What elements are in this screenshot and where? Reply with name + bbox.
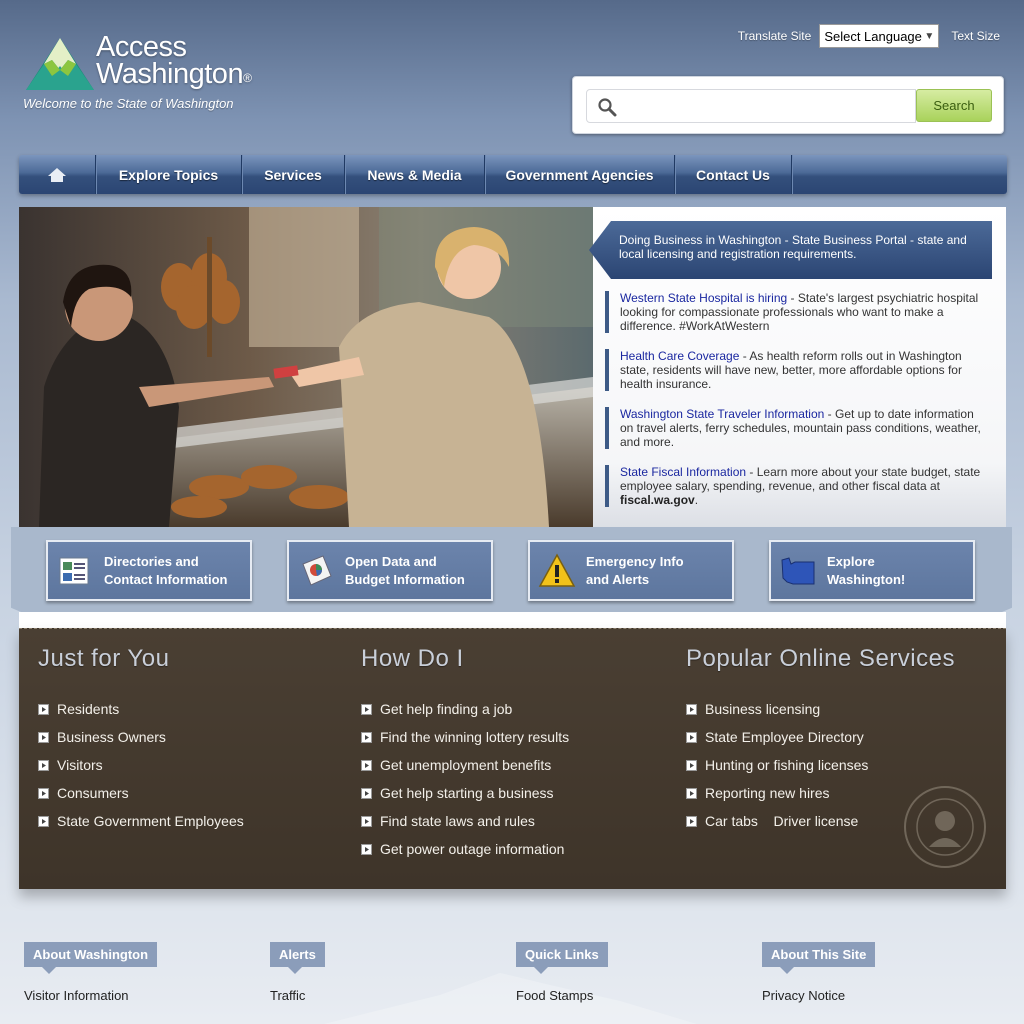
news-link[interactable]: Washington State Traveler Information — [620, 407, 824, 421]
bullet-arrow-icon — [38, 759, 49, 771]
tile-open-data[interactable]: Open Data and Budget Information — [287, 540, 493, 601]
list-item[interactable]: Visitors — [38, 751, 244, 779]
tile-directories[interactable]: Directories and Contact Information — [46, 540, 252, 601]
footer-link[interactable]: Privacy Notice — [762, 988, 875, 1003]
search-button[interactable]: Search — [916, 89, 992, 122]
mountain-silhouette — [324, 973, 697, 1024]
news-link[interactable]: Health Care Coverage — [620, 349, 739, 363]
news-item: Health Care Coverage - As health reform … — [605, 349, 990, 391]
bullet-arrow-icon — [361, 703, 372, 715]
tile-emergency[interactable]: Emergency Info and Alerts — [528, 540, 734, 601]
bakery-photo-illustration — [19, 207, 593, 527]
footer-about-washington: About Washington Visitor Information — [24, 942, 158, 1003]
bullet-arrow-icon — [686, 815, 697, 827]
column-title: Popular Online Services — [686, 645, 955, 672]
column-title: Just for You — [38, 645, 170, 672]
list-item[interactable]: Consumers — [38, 779, 244, 807]
footer-link[interactable]: Visitor Information — [24, 988, 157, 1003]
news-link[interactable]: Western State Hospital is hiring — [620, 291, 787, 305]
nav-home[interactable] — [19, 155, 96, 194]
bullet-arrow-icon — [686, 759, 697, 771]
washington-map-icon — [781, 556, 815, 584]
list-item[interactable]: Get help starting a business — [361, 779, 569, 807]
text-size-link[interactable]: Text Size — [951, 29, 1000, 43]
list-item[interactable]: Get unemployment benefits — [361, 751, 569, 779]
nav-news-media[interactable]: News & Media — [345, 155, 485, 194]
list-item[interactable]: Business Owners — [38, 723, 244, 751]
footer-heading: About This Site — [762, 942, 876, 974]
links-section: Just for You Residents Business Owners V… — [19, 628, 1006, 889]
bullet-arrow-icon — [361, 731, 372, 743]
list-item[interactable]: Business licensing — [686, 695, 955, 723]
search-icon — [598, 98, 617, 117]
utility-bar: Translate Site Select Language ▼ Text Si… — [738, 24, 1000, 48]
hero-news-panel: Doing Business in Washington - State Bus… — [589, 207, 1006, 527]
site-logo[interactable]: Access Washington® Welcome to the State … — [22, 31, 282, 114]
directory-icon — [59, 557, 89, 584]
feature-banner[interactable]: Doing Business in Washington - State Bus… — [589, 221, 992, 279]
news-item: State Fiscal Information - Learn more ab… — [605, 465, 990, 507]
news-item: Washington State Traveler Information - … — [605, 407, 990, 449]
data-icon — [302, 554, 332, 586]
search-container: Search — [572, 76, 1004, 134]
nav-explore-topics[interactable]: Explore Topics — [96, 155, 242, 194]
logo-wordmark: Access Washington® — [96, 31, 252, 90]
footer-link[interactable]: Food Stamps — [516, 988, 608, 1003]
footer-quick-links: Quick Links Food Stamps — [516, 942, 608, 1003]
how-do-i-column: How Do I Get help finding a job Find the… — [361, 645, 569, 863]
bullet-arrow-icon — [686, 787, 697, 799]
state-seal-icon — [904, 786, 986, 868]
tagline: Welcome to the State of Washington — [23, 96, 234, 111]
bullet-arrow-icon — [38, 703, 49, 715]
bullet-arrow-icon — [38, 731, 49, 743]
bullet-arrow-icon — [686, 731, 697, 743]
just-for-you-column: Just for You Residents Business Owners V… — [38, 645, 244, 835]
list-item[interactable]: Get help finding a job — [361, 695, 569, 723]
bullet-arrow-icon — [38, 815, 49, 827]
bullet-arrow-icon — [361, 815, 372, 827]
list-item[interactable]: State Employee Directory — [686, 723, 955, 751]
hero-photo[interactable] — [19, 207, 593, 527]
translate-label: Translate Site — [737, 29, 812, 43]
bullet-arrow-icon — [361, 843, 372, 855]
list-item[interactable]: Hunting or fishing licenses — [686, 751, 955, 779]
footer-heading: Alerts — [270, 942, 325, 974]
bullet-arrow-icon — [686, 703, 697, 715]
bullet-arrow-icon — [361, 787, 372, 799]
footer-link[interactable]: Traffic — [270, 988, 325, 1003]
footer-alerts: Alerts Traffic — [270, 942, 325, 1003]
news-item: Western State Hospital is hiring - State… — [605, 291, 990, 333]
warning-icon — [538, 552, 576, 587]
news-list: Western State Hospital is hiring - State… — [605, 291, 990, 523]
footer-heading: About Washington — [24, 942, 158, 974]
bullet-arrow-icon — [38, 787, 49, 799]
language-select[interactable]: Select Language ▼ — [819, 24, 940, 48]
search-input[interactable] — [586, 89, 916, 123]
list-item[interactable]: Residents — [38, 695, 244, 723]
list-item[interactable]: Find the winning lottery results — [361, 723, 569, 751]
footer-heading: Quick Links — [516, 942, 608, 974]
footer-about-site: About This Site Privacy Notice — [762, 942, 876, 1003]
bullet-arrow-icon — [361, 759, 372, 771]
home-icon — [48, 167, 66, 182]
tile-explore[interactable]: Explore Washington! — [769, 540, 975, 601]
dropdown-arrow-icon: ▼ — [924, 30, 935, 42]
quick-tiles-band: Directories and Contact Information Open … — [11, 527, 1012, 612]
nav-services[interactable]: Services — [242, 155, 345, 194]
main-nav: Explore Topics Services News & Media Gov… — [19, 155, 1007, 194]
fiscal-site-link[interactable]: fiscal.wa.gov — [620, 493, 695, 507]
nav-contact-us[interactable]: Contact Us — [675, 155, 792, 194]
column-title: How Do I — [361, 645, 464, 672]
list-item[interactable]: Get power outage information — [361, 835, 569, 863]
hero-section: Doing Business in Washington - State Bus… — [19, 207, 1006, 527]
divider-strip — [19, 612, 1006, 628]
nav-government-agencies[interactable]: Government Agencies — [485, 155, 675, 194]
list-item[interactable]: State Government Employees — [38, 807, 244, 835]
mountain-logo-icon — [26, 38, 94, 90]
news-link[interactable]: State Fiscal Information — [620, 465, 746, 479]
list-item[interactable]: Find state laws and rules — [361, 807, 569, 835]
